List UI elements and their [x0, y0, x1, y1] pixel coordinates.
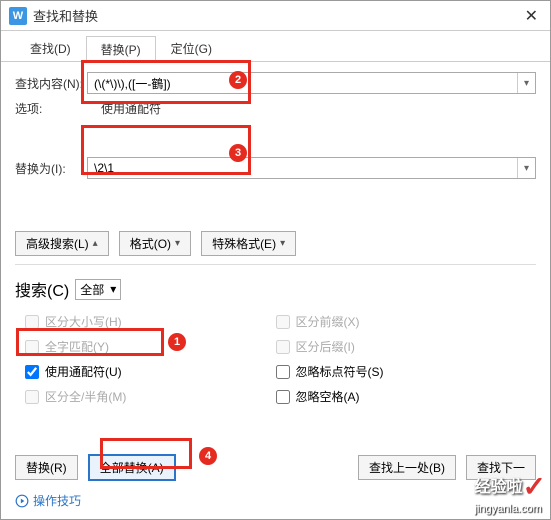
replace-with-label: 替换为(I):	[15, 160, 87, 177]
check-use-wildcards[interactable]: 使用通配符(U)	[25, 363, 276, 380]
find-prev-button[interactable]: 查找上一处(B)	[358, 455, 456, 480]
check-ignore-punct[interactable]: 忽略标点符号(S)	[276, 363, 527, 380]
replace-all-button[interactable]: 全部替换(A)	[88, 454, 176, 481]
tips-link[interactable]: 操作技巧	[15, 492, 81, 509]
options-label: 选项:	[15, 100, 87, 117]
tab-bar: 查找(D) 替换(P) 定位(G)	[1, 31, 550, 62]
close-icon[interactable]: ✕	[521, 6, 542, 26]
chevron-down-icon: ▾	[175, 238, 180, 249]
find-what-combo[interactable]: ▾	[87, 72, 536, 94]
chevron-down-icon: ▾	[110, 282, 116, 296]
special-format-button[interactable]: 特殊格式(E)▾	[201, 231, 296, 256]
tab-find[interactable]: 查找(D)	[15, 35, 86, 61]
check-ignore-space[interactable]: 忽略空格(A)	[276, 388, 527, 405]
annotation-badge-1: 1	[168, 333, 186, 351]
tab-goto[interactable]: 定位(G)	[156, 35, 227, 61]
check-match-suffix: 区分后缀(I)	[276, 338, 527, 355]
chevron-down-icon[interactable]: ▾	[517, 158, 535, 178]
check-half-full: 区分全/半角(M)	[25, 388, 276, 405]
chevron-up-icon: ▴	[93, 238, 98, 249]
search-label: 搜索(C)	[15, 277, 69, 301]
replace-with-combo[interactable]: ▾	[87, 157, 536, 179]
annotation-badge-4: 4	[199, 447, 217, 465]
format-button[interactable]: 格式(O)▾	[119, 231, 191, 256]
advanced-search-button[interactable]: 高级搜索(L)▴	[15, 231, 109, 256]
find-what-input[interactable]	[88, 73, 517, 93]
options-value: 使用通配符	[101, 100, 161, 117]
check-match-prefix: 区分前缀(X)	[276, 313, 527, 330]
check-whole-word: 全字匹配(Y)	[25, 338, 276, 355]
replace-button[interactable]: 替换(R)	[15, 455, 78, 480]
tab-replace[interactable]: 替换(P)	[86, 36, 156, 62]
chevron-down-icon: ▾	[280, 238, 285, 249]
annotation-badge-2: 2	[229, 71, 247, 89]
check-match-case: 区分大小写(H)	[25, 313, 276, 330]
chevron-down-icon[interactable]: ▾	[517, 73, 535, 93]
annotation-badge-3: 3	[229, 144, 247, 162]
replace-with-input[interactable]	[88, 158, 517, 178]
find-next-button[interactable]: 查找下一	[466, 455, 536, 480]
play-icon	[15, 494, 29, 508]
find-what-label: 查找内容(N):	[15, 75, 87, 92]
app-icon: W	[9, 7, 27, 25]
window-title: 查找和替换	[33, 6, 521, 25]
search-scope-select[interactable]: 全部▾	[75, 279, 121, 300]
